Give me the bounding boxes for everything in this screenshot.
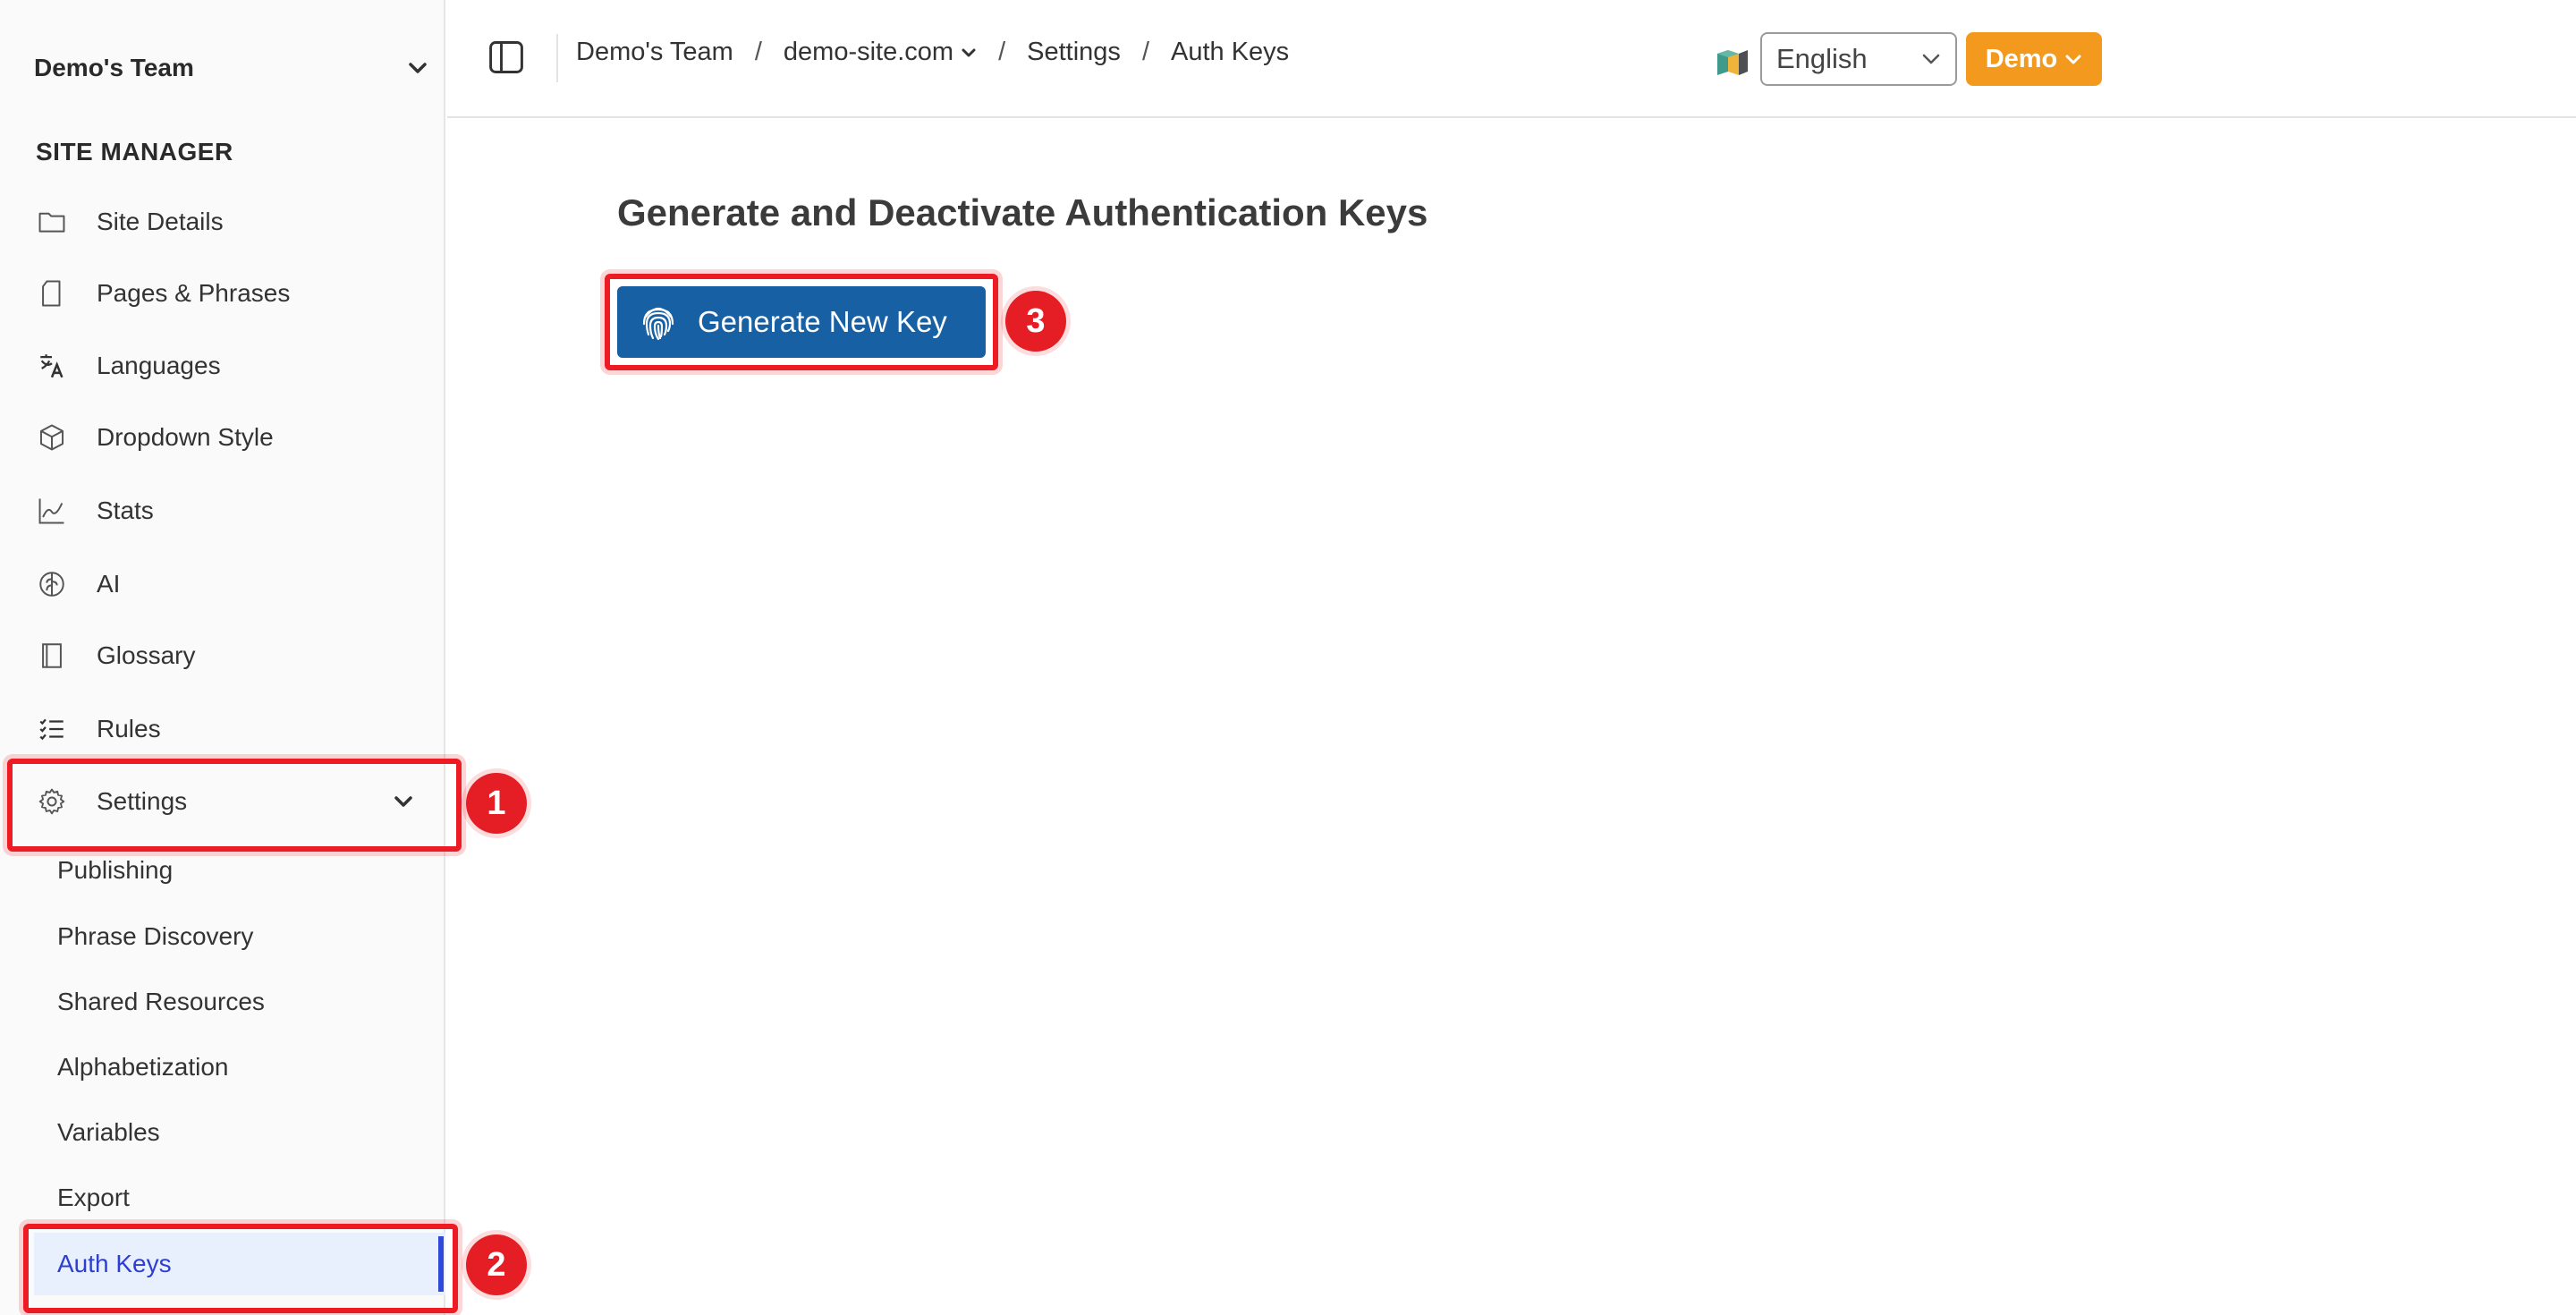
sidebar-item-dropdown-style[interactable]: Dropdown Style — [34, 415, 428, 460]
settings-sub-phrase-discovery[interactable]: Phrase Discovery — [57, 916, 433, 957]
brand-logo-icon — [1717, 50, 1748, 75]
settings-sub-export[interactable]: Export — [57, 1177, 433, 1218]
sidebar-item-pages-phrases[interactable]: Pages & Phrases — [34, 271, 428, 316]
settings-sub-publishing[interactable]: Publishing — [57, 850, 433, 891]
section-title: SITE MANAGER — [36, 138, 233, 165]
chevron-down-icon — [2065, 55, 2081, 64]
sub-item-label: Variables — [57, 1118, 160, 1146]
sidebar-item-rules[interactable]: Rules — [34, 707, 428, 751]
sub-item-label: Publishing — [57, 856, 174, 884]
team-name: Demo's Team — [34, 54, 194, 81]
sidebar-item-label: Site Details — [97, 208, 224, 235]
generate-new-key-label: Generate New Key — [698, 305, 947, 338]
sidebar-item-languages[interactable]: Languages — [34, 344, 428, 388]
sidebar-toggle-icon[interactable] — [487, 38, 526, 77]
account-menu-label: Demo — [1985, 44, 2058, 73]
breadcrumb-settings[interactable]: Settings — [1027, 38, 1121, 67]
translate-icon — [34, 348, 70, 384]
chevron-down-icon — [962, 48, 976, 56]
breadcrumb-current: Auth Keys — [1171, 38, 1290, 66]
list-check-icon — [34, 711, 70, 747]
breadcrumb-separator: / — [754, 38, 762, 66]
brain-icon — [34, 566, 70, 602]
topbar: Demo's Team / demo-site.com / Settings /… — [447, 0, 2576, 118]
breadcrumb-separator: / — [998, 38, 1006, 66]
callout-3: 3 — [1005, 291, 1066, 352]
callout-2: 2 — [466, 1234, 527, 1295]
sub-item-label: Shared Resources — [57, 988, 265, 1015]
sidebar-item-ai[interactable]: AI — [34, 562, 428, 607]
settings-sub-alphabetization[interactable]: Alphabetization — [57, 1047, 433, 1088]
sidebar-item-stats[interactable]: Stats — [34, 488, 428, 533]
settings-sub-variables[interactable]: Variables — [57, 1112, 433, 1153]
generate-new-key-button[interactable]: Generate New Key — [617, 286, 986, 358]
sidebar-item-label: AI — [97, 570, 121, 598]
breadcrumb-site-dropdown[interactable]: demo-site.com — [784, 38, 977, 67]
sub-item-label: Export — [57, 1184, 130, 1211]
breadcrumb-separator: / — [1141, 38, 1149, 66]
fingerprint-icon — [642, 307, 674, 341]
settings-sub-shared-resources[interactable]: Shared Resources — [57, 981, 433, 1022]
sidebar-item-label: Glossary — [97, 641, 196, 669]
sidebar-item-glossary[interactable]: Glossary — [34, 633, 428, 678]
sidebar-item-label: Dropdown Style — [97, 423, 274, 451]
team-selector[interactable]: Demo's Team — [34, 50, 428, 86]
page-title: Generate and Deactivate Authentication K… — [617, 191, 1428, 233]
cube-icon — [34, 420, 70, 455]
sidebar-item-site-details[interactable]: Site Details — [34, 199, 428, 244]
chevron-down-icon — [1922, 54, 1940, 64]
sidebar: Demo's Team SITE MANAGER Site Details Pa… — [0, 0, 445, 1315]
chart-line-icon — [34, 493, 70, 529]
language-select-value: English — [1776, 43, 1868, 74]
sub-item-label: Alphabetization — [57, 1053, 229, 1081]
callout-1: 1 — [466, 773, 527, 834]
file-icon — [34, 276, 70, 311]
highlight-box-settings — [7, 759, 462, 852]
chevron-down-icon — [409, 63, 427, 73]
sidebar-item-label: Stats — [97, 496, 154, 524]
breadcrumb-team[interactable]: Demo's Team — [576, 38, 733, 67]
highlight-box-auth-keys — [23, 1224, 458, 1313]
language-select[interactable]: English — [1760, 32, 1957, 86]
sidebar-item-label: Pages & Phrases — [97, 279, 291, 307]
book-icon — [34, 638, 70, 674]
sub-item-label: Phrase Discovery — [57, 922, 254, 950]
breadcrumb: Demo's Team / demo-site.com / Settings /… — [576, 38, 1289, 67]
breadcrumb-site: demo-site.com — [783, 38, 954, 66]
folder-icon — [34, 204, 70, 240]
topbar-divider — [556, 34, 558, 82]
account-menu-button[interactable]: Demo — [1966, 32, 2102, 86]
sidebar-item-label: Languages — [97, 352, 221, 379]
sidebar-item-label: Rules — [97, 715, 161, 742]
